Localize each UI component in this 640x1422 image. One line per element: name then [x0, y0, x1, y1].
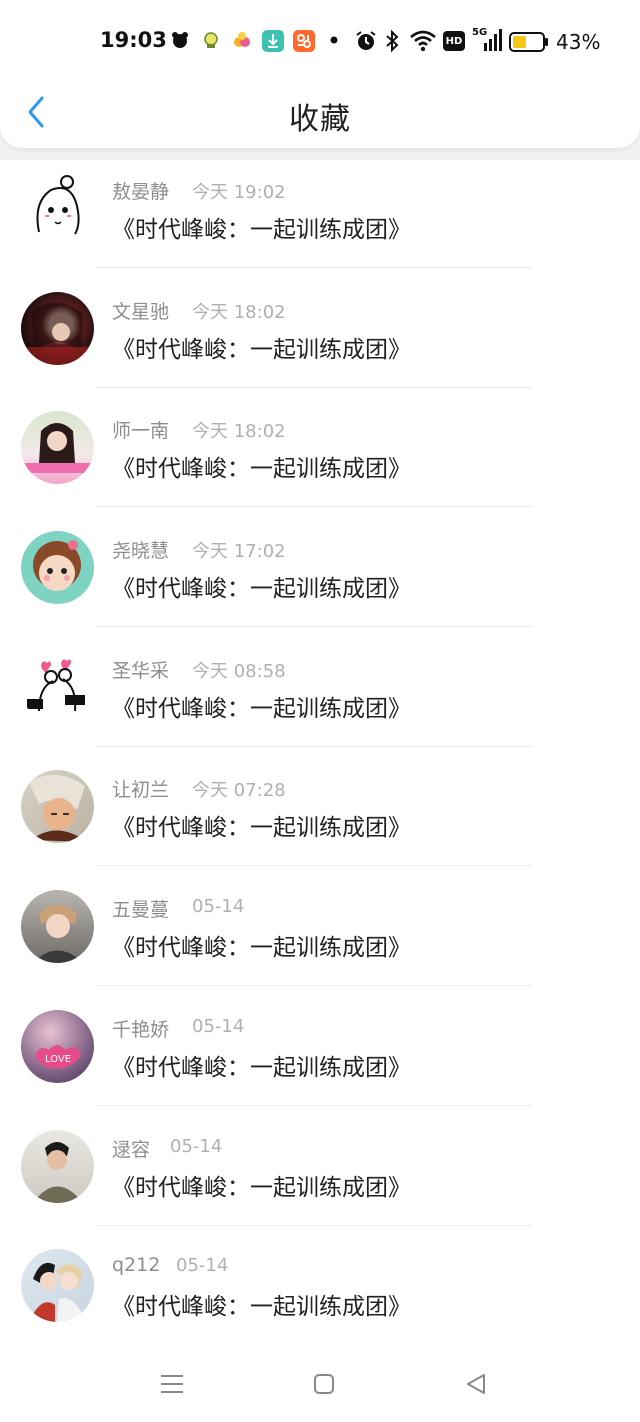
message-text: 《时代峰峻：一起训练成团》 — [112, 815, 411, 842]
back-triangle-icon — [467, 1374, 485, 1394]
home-square-icon — [314, 1374, 334, 1394]
timestamp: 今天 19:02 — [192, 182, 286, 203]
divider — [96, 386, 532, 388]
message-text: 《时代峰峻：一起训练成团》 — [112, 336, 411, 363]
top-area: 19:03 HD 5G 43% 收藏 — [0, 0, 640, 148]
signal-5g-label: 5G — [472, 27, 488, 38]
divider — [96, 626, 532, 628]
menu-icon — [161, 1375, 183, 1393]
user-name: 敖晏静 — [112, 181, 170, 203]
timestamp: 05-14 — [192, 896, 245, 918]
timestamp: 05-14 — [176, 1255, 229, 1277]
divider — [96, 985, 532, 987]
list-item[interactable]: 文星驰 今天 18:02 《时代峰峻：一起训练成团》 — [0, 280, 640, 400]
app-notification-icon — [232, 30, 252, 50]
favorites-list: 敖晏静 今天 19:02 《时代峰峻：一起训练成团》 文星驰 今天 18:02 … — [0, 160, 640, 1357]
avatar — [21, 1129, 94, 1203]
list-item[interactable]: 五曼蔓 05-14 《时代峰峻：一起训练成团》 — [0, 878, 640, 998]
header-bar: 收藏 — [0, 82, 640, 146]
avatar — [21, 172, 94, 245]
user-name: q212 — [112, 1254, 161, 1277]
timestamp: 05-14 — [170, 1135, 223, 1157]
avatar — [21, 890, 94, 964]
message-text: 《时代峰峻：一起训练成团》 — [112, 217, 411, 243]
app-notification-icon — [201, 30, 221, 50]
wifi-icon — [409, 30, 437, 52]
list-item[interactable]: 逯容 05-14 《时代峰峻：一起训练成团》 — [0, 1118, 640, 1238]
home-button[interactable] — [304, 1366, 344, 1402]
app-notification-icon — [170, 30, 190, 50]
avatar — [21, 531, 94, 605]
list-item[interactable]: 尧晓慧 今天 17:02 《时代峰峻：一起训练成团》 — [0, 519, 640, 639]
divider — [96, 1224, 532, 1226]
divider — [96, 745, 532, 747]
divider — [96, 1104, 532, 1106]
avatar — [21, 770, 94, 844]
list-item[interactable]: 让初兰 今天 07:28 《时代峰峻：一起训练成团》 — [0, 758, 640, 878]
user-name: 逯容 — [112, 1138, 151, 1161]
status-bar: 19:03 HD 5G 43% — [0, 22, 640, 62]
dot-icon — [330, 36, 338, 44]
timestamp: 今天 17:02 — [192, 541, 286, 563]
status-time: 19:03 — [100, 28, 167, 52]
timestamp: 05-14 — [192, 1015, 245, 1037]
message-text: 《时代峰峻：一起训练成团》 — [112, 695, 411, 722]
message-text: 《时代峰峻：一起训练成团》 — [112, 456, 411, 483]
user-name: 让初兰 — [112, 779, 170, 802]
battery-percent: 43% — [556, 30, 601, 54]
download-icon — [262, 30, 284, 52]
avatar — [21, 650, 94, 724]
user-name: 千艳娇 — [112, 1018, 170, 1041]
divider — [96, 267, 532, 268]
list-item[interactable]: 师一南 今天 18:02 《时代峰峻：一起训练成团》 — [0, 399, 640, 519]
message-text: 《时代峰峻：一起训练成团》 — [112, 576, 411, 603]
timestamp: 今天 08:58 — [192, 660, 286, 682]
message-text: 《时代峰峻：一起训练成团》 — [112, 1174, 411, 1201]
list-item[interactable]: q212 05-14 《时代峰峻：一起训练成团》 — [0, 1237, 640, 1357]
app-notification-icon — [293, 30, 315, 52]
timestamp: 今天 07:28 — [192, 780, 286, 802]
list-item[interactable]: LOVE 千艳娇 05-14 《时代峰峻：一起训练成团》 — [0, 998, 640, 1118]
alarm-icon — [355, 30, 377, 52]
message-text: 《时代峰峻：一起训练成团》 — [112, 1294, 411, 1321]
avatar: LOVE — [21, 1009, 94, 1083]
hd-icon: HD — [443, 31, 465, 51]
hd-label: HD — [445, 35, 463, 47]
page-title: 收藏 — [289, 102, 351, 137]
user-name: 圣华采 — [112, 659, 170, 682]
message-text: 《时代峰峻：一起训练成团》 — [112, 935, 411, 962]
menu-button[interactable] — [152, 1366, 192, 1402]
list-item[interactable]: 敖晏静 今天 19:02 《时代峰峻：一起训练成团》 — [0, 160, 640, 280]
user-name: 师一南 — [112, 420, 170, 443]
message-text: 《时代峰峻：一起训练成团》 — [112, 1054, 411, 1081]
list-item[interactable]: 圣华采 今天 08:58 《时代峰峻：一起训练成团》 — [0, 639, 640, 759]
battery-icon — [509, 32, 549, 52]
avatar — [21, 411, 94, 485]
system-nav-bar — [0, 1352, 640, 1422]
divider — [96, 865, 532, 867]
timestamp: 今天 18:02 — [192, 301, 286, 323]
timestamp: 今天 18:02 — [192, 421, 286, 443]
svg-text:LOVE: LOVE — [45, 1054, 71, 1065]
avatar — [21, 291, 94, 365]
user-name: 文星驰 — [112, 300, 170, 323]
bluetooth-icon — [385, 30, 399, 52]
user-name: 尧晓慧 — [112, 540, 170, 563]
signal-5g-icon: 5G — [472, 27, 502, 53]
divider — [96, 506, 532, 508]
avatar — [21, 1249, 94, 1323]
nav-back-button[interactable] — [456, 1366, 496, 1402]
user-name: 五曼蔓 — [112, 899, 170, 922]
